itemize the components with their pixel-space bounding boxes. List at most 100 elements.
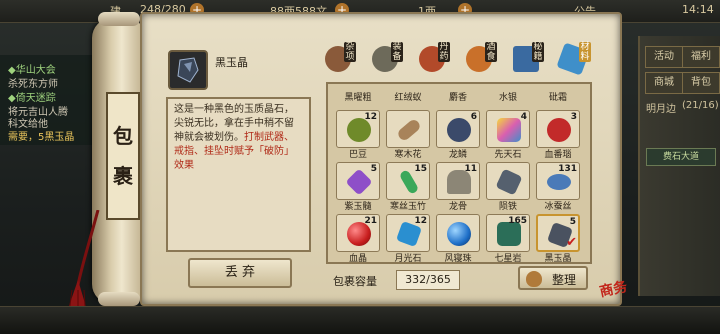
bag-button[interactable]: 背包 (682, 72, 720, 94)
grid-item-dragon-bone[interactable]: 11 龙骨 (436, 162, 480, 212)
tab-label: 杂项 (344, 42, 356, 62)
tab-misc[interactable]: 杂项 (322, 40, 356, 80)
grid-item-moonstone[interactable]: 12 月光石 (386, 214, 430, 264)
tab-food[interactable]: 酒食 (463, 40, 497, 80)
checkmark-icon: ✔ (566, 235, 577, 250)
tab-label: 装备 (391, 42, 403, 62)
item-count: 131 (558, 164, 577, 174)
selected-item-name: 黑玉晶 (215, 56, 248, 69)
item-name: 麝香 (448, 93, 467, 103)
item-count: 3 (570, 112, 577, 122)
item-name: 寒木花 (394, 150, 422, 160)
item-slot: 15 (386, 162, 430, 200)
quest-title-1[interactable]: ◆华山大会 (8, 61, 56, 76)
quest-title-2[interactable]: ◆倚天迷踪 (8, 89, 56, 104)
bag-title-text: 包裹 (113, 124, 133, 188)
bottom-bar (0, 306, 720, 334)
item-name: 七星岩 (494, 254, 522, 264)
grid-item-jade-bamboo[interactable]: 15 寒丝玉竹 (386, 162, 430, 212)
item-count: 165 (508, 216, 527, 226)
activity-button[interactable]: 活动 (645, 46, 683, 68)
item-count: 12 (364, 112, 377, 122)
item-count: 12 (414, 216, 427, 226)
quest-desc-1: 杀死东方师 (8, 79, 58, 90)
grid-item-wind-pearl[interactable]: 风寝珠 (436, 214, 480, 264)
selected-item-slot[interactable] (168, 50, 208, 90)
grid-item-seven-star-rock[interactable]: 165 七星岩 (486, 214, 530, 264)
item-slot: 5 (336, 162, 380, 200)
purple-crystal-icon (345, 168, 373, 196)
item-count: 5 (370, 164, 377, 174)
bag-title-plaque: 包裹 (106, 92, 140, 220)
item-count: 21 (364, 216, 377, 226)
item-count: 6 (470, 112, 477, 122)
grid-item-croton[interactable]: 12 巴豆 (336, 110, 380, 160)
item-name: 龙鳞 (448, 150, 467, 160)
item-slot: 3 (536, 110, 580, 148)
grid-item-meteor-iron[interactable]: 陨铁 (486, 162, 530, 212)
item-name: 陨铁 (498, 202, 517, 212)
welfare-button[interactable]: 福利 (682, 46, 720, 68)
grid-item-ice-silk[interactable]: 131 冰蚕丝 (536, 162, 580, 212)
moon-label: 明月边 (646, 104, 676, 115)
item-count: 5 (569, 217, 576, 227)
item-name: 黑玉晶 (544, 254, 572, 264)
grid-item-blood-crystal[interactable]: 21 血晶 (336, 214, 380, 264)
tab-pills[interactable]: 丹药 (416, 40, 450, 80)
item-slot (436, 214, 480, 252)
item-slot: 11 (436, 162, 480, 200)
category-tabs: 杂项 装备 丹药 酒食 秘籍 材料 (322, 40, 607, 80)
moon-count: (21/16) (682, 100, 719, 111)
item-count: 11 (464, 164, 477, 174)
wind-pearl-icon (447, 222, 471, 246)
item-name: 风寝珠 (444, 254, 472, 264)
bag-icon (526, 271, 542, 287)
grid-item-rainbow-stone[interactable]: 4 先天石 (486, 110, 530, 160)
grid-item-purple-crystal[interactable]: 5 紫玉髓 (336, 162, 380, 212)
blood-agate-icon (547, 118, 571, 142)
item-name: 水银 (498, 93, 517, 103)
item-slot (386, 110, 430, 148)
item-name: 月光石 (394, 254, 422, 264)
item-description-box: 这是一种黑色的玉质晶石，尖锐无比，拿在手中稍不留神就会被划伤。打制武器、戒指、挂… (166, 97, 311, 252)
ice-silk-icon (547, 174, 571, 190)
sort-button[interactable]: 整理 (518, 266, 588, 290)
meteor-iron-icon (495, 168, 523, 196)
sort-label: 整理 (551, 273, 576, 287)
tab-equipment[interactable]: 装备 (369, 40, 403, 80)
item-name: 巴豆 (348, 150, 367, 160)
tab-label: 丹药 (438, 42, 450, 62)
item-name: 黑曜粗 (344, 93, 372, 103)
item-count: 4 (520, 112, 527, 122)
shop-button[interactable]: 商城 (645, 72, 683, 94)
item-slot: 165 (486, 214, 530, 252)
scroll-cap-bottom (98, 292, 140, 306)
road-location-button[interactable]: 费石大道 (646, 148, 716, 166)
quest-tracker[interactable]: ◆华山大会 杀死东方师 ◆倚天迷踪 将元吉山人腾 科文给他 需要，5黑玉晶 (0, 55, 95, 145)
grid-item-blood-agate[interactable]: 3 血番瑙 (536, 110, 580, 160)
rainbow-stone-icon (497, 118, 521, 142)
item-slot: 12 (336, 110, 380, 148)
item-slot: 21 (336, 214, 380, 252)
clock-time: 14:14 (682, 3, 714, 16)
dragon-scale-icon (447, 118, 471, 142)
discard-button[interactable]: 丢 弃 (188, 258, 292, 288)
tab-books[interactable]: 秘籍 (510, 40, 544, 80)
grid-item-dragon-scale[interactable]: 6 龙鳞 (436, 110, 480, 160)
capacity-value: 332/365 (396, 270, 460, 290)
item-name: 砒霜 (548, 93, 567, 103)
item-slot: 12 (386, 214, 430, 252)
item-slot: 5 ✔ (536, 214, 580, 252)
capacity-label: 包裹容量 (333, 275, 377, 288)
wood-log-icon (395, 117, 423, 143)
tab-label: 材料 (579, 42, 591, 62)
item-slot: 4 (486, 110, 530, 148)
item-name: 寒丝玉竹 (389, 202, 426, 212)
grid-item-wood[interactable]: 寒木花 (386, 110, 430, 160)
tab-materials[interactable]: 材料 (556, 40, 591, 80)
item-name: 血晶 (348, 254, 367, 264)
tab-label: 秘籍 (532, 42, 544, 62)
item-name: 冰蚕丝 (544, 202, 572, 212)
item-count: 15 (414, 164, 427, 174)
grid-item-black-jade-selected[interactable]: 5 ✔ 黑玉晶 (536, 214, 580, 264)
